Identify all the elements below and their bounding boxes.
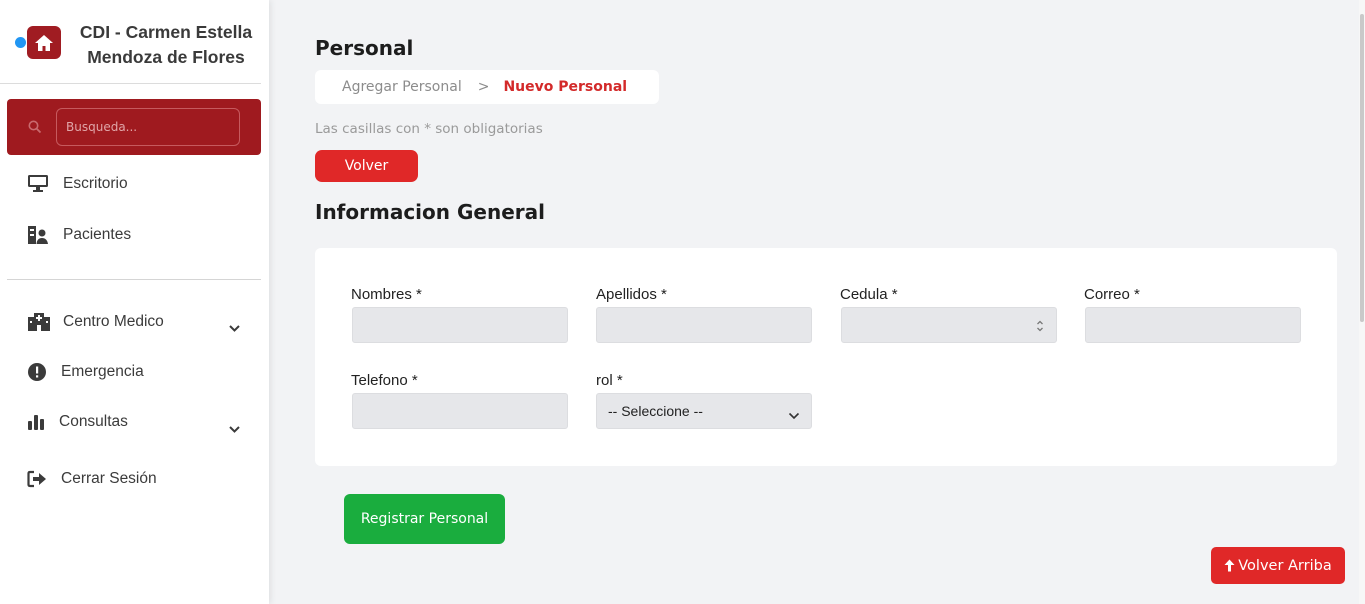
- sidebar-item-emergencia[interactable]: Emergencia: [27, 362, 144, 382]
- chevron-down-icon[interactable]: [228, 419, 241, 438]
- telefono-label: Telefono *: [351, 372, 418, 389]
- sidebar-divider: [7, 279, 261, 280]
- brand-title: CDI - Carmen Estella Mendoza de Flores: [79, 22, 253, 67]
- correo-label: Correo *: [1084, 286, 1140, 303]
- page-title: Personal: [315, 36, 414, 60]
- search-icon: [28, 119, 42, 138]
- scroll-top-label: Volver Arriba: [1238, 557, 1332, 574]
- breadcrumb-link[interactable]: Agregar Personal: [342, 79, 462, 95]
- number-spinner-icon[interactable]: [1036, 318, 1044, 337]
- breadcrumb: Agregar Personal > Nuevo Personal: [315, 70, 659, 104]
- patients-icon: [27, 225, 51, 245]
- logout-icon: [27, 470, 49, 488]
- back-button[interactable]: Volver: [315, 150, 418, 182]
- form-card: Nombres * Apellidos * Cedula * Correo * …: [315, 248, 1337, 466]
- hospital-icon: [27, 312, 51, 331]
- breadcrumb-separator: >: [477, 79, 490, 95]
- sidebar: CDI - Carmen Estella Mendoza de Flores E…: [0, 0, 269, 604]
- required-fields-hint: Las casillas con * son obligatorias: [315, 121, 543, 137]
- sidebar-item-pacientes[interactable]: Pacientes: [27, 225, 131, 245]
- cedula-input[interactable]: [841, 307, 1057, 343]
- nombres-input[interactable]: [352, 307, 568, 343]
- chevron-down-icon[interactable]: [228, 318, 241, 337]
- status-dot: [15, 37, 26, 48]
- search-input[interactable]: [56, 108, 240, 146]
- chevron-down-icon: [788, 407, 800, 423]
- rol-select[interactable]: -- Seleccione --: [596, 393, 812, 429]
- rol-select-value: -- Seleccione --: [608, 403, 703, 419]
- sidebar-item-label: Centro Medico: [63, 312, 164, 330]
- bar-chart-icon: [27, 414, 47, 430]
- breadcrumb-current: Nuevo Personal: [503, 79, 628, 95]
- register-personal-button[interactable]: Registrar Personal: [344, 494, 505, 544]
- sidebar-item-centro-medico[interactable]: Centro Medico: [27, 312, 164, 331]
- sidebar-item-escritorio[interactable]: Escritorio: [27, 174, 128, 193]
- correo-input[interactable]: [1085, 307, 1301, 343]
- rol-label: rol *: [596, 372, 623, 389]
- sidebar-item-label: Cerrar Sesión: [61, 470, 157, 487]
- search-box: [7, 99, 261, 155]
- telefono-input[interactable]: [352, 393, 568, 429]
- sidebar-item-cerrar-sesion[interactable]: Cerrar Sesión: [27, 470, 157, 488]
- scrollbar[interactable]: [1359, 0, 1365, 604]
- sidebar-item-consultas[interactable]: Consultas: [27, 413, 128, 431]
- sidebar-item-label: Pacientes: [63, 226, 132, 243]
- scroll-top-button[interactable]: Volver Arriba: [1211, 547, 1345, 584]
- section-title: Informacion General: [315, 200, 545, 224]
- brand-header: CDI - Carmen Estella Mendoza de Flores: [0, 0, 261, 84]
- cedula-label: Cedula *: [840, 286, 898, 303]
- arrow-up-icon: [1224, 559, 1235, 572]
- alert-circle-icon: [27, 362, 49, 382]
- apellidos-label: Apellidos *: [596, 286, 667, 303]
- nombres-label: Nombres *: [351, 286, 422, 303]
- sidebar-item-label: Emergencia: [61, 363, 144, 380]
- scrollbar-thumb[interactable]: [1360, 14, 1364, 322]
- apellidos-input[interactable]: [596, 307, 812, 343]
- sidebar-item-label: Escritorio: [63, 174, 128, 192]
- home-icon[interactable]: [27, 26, 61, 59]
- sidebar-item-label: Consultas: [59, 413, 128, 430]
- desktop-icon: [27, 174, 51, 193]
